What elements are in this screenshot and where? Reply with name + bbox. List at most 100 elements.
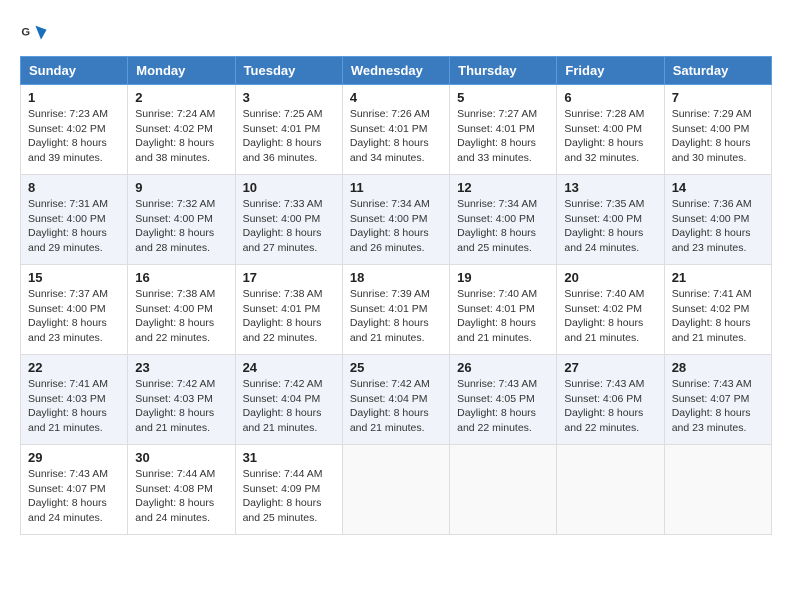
day-info: Sunrise: 7:40 AM Sunset: 4:02 PM Dayligh… <box>564 287 656 346</box>
day-info: Sunrise: 7:43 AM Sunset: 4:06 PM Dayligh… <box>564 377 656 436</box>
day-number: 16 <box>135 270 227 285</box>
day-number: 31 <box>243 450 335 465</box>
calendar-cell: 27 Sunrise: 7:43 AM Sunset: 4:06 PM Dayl… <box>557 355 664 445</box>
calendar-cell: 1 Sunrise: 7:23 AM Sunset: 4:02 PM Dayli… <box>21 85 128 175</box>
calendar-cell: 10 Sunrise: 7:33 AM Sunset: 4:00 PM Dayl… <box>235 175 342 265</box>
calendar-cell: 22 Sunrise: 7:41 AM Sunset: 4:03 PM Dayl… <box>21 355 128 445</box>
day-info: Sunrise: 7:37 AM Sunset: 4:00 PM Dayligh… <box>28 287 120 346</box>
calendar-cell <box>342 445 449 535</box>
calendar-cell: 5 Sunrise: 7:27 AM Sunset: 4:01 PM Dayli… <box>450 85 557 175</box>
calendar-cell: 21 Sunrise: 7:41 AM Sunset: 4:02 PM Dayl… <box>664 265 771 355</box>
day-info: Sunrise: 7:38 AM Sunset: 4:00 PM Dayligh… <box>135 287 227 346</box>
day-number: 2 <box>135 90 227 105</box>
day-number: 1 <box>28 90 120 105</box>
day-number: 12 <box>457 180 549 195</box>
calendar-cell: 8 Sunrise: 7:31 AM Sunset: 4:00 PM Dayli… <box>21 175 128 265</box>
calendar-cell: 30 Sunrise: 7:44 AM Sunset: 4:08 PM Dayl… <box>128 445 235 535</box>
calendar-cell: 31 Sunrise: 7:44 AM Sunset: 4:09 PM Dayl… <box>235 445 342 535</box>
calendar-cell: 4 Sunrise: 7:26 AM Sunset: 4:01 PM Dayli… <box>342 85 449 175</box>
calendar-cell: 26 Sunrise: 7:43 AM Sunset: 4:05 PM Dayl… <box>450 355 557 445</box>
header-cell-wednesday: Wednesday <box>342 57 449 85</box>
calendar-header-row: SundayMondayTuesdayWednesdayThursdayFrid… <box>21 57 772 85</box>
svg-text:G: G <box>21 26 30 38</box>
day-number: 30 <box>135 450 227 465</box>
calendar-week-row: 29 Sunrise: 7:43 AM Sunset: 4:07 PM Dayl… <box>21 445 772 535</box>
calendar-cell: 25 Sunrise: 7:42 AM Sunset: 4:04 PM Dayl… <box>342 355 449 445</box>
calendar-cell: 15 Sunrise: 7:37 AM Sunset: 4:00 PM Dayl… <box>21 265 128 355</box>
day-number: 20 <box>564 270 656 285</box>
day-number: 19 <box>457 270 549 285</box>
day-info: Sunrise: 7:33 AM Sunset: 4:00 PM Dayligh… <box>243 197 335 256</box>
day-info: Sunrise: 7:35 AM Sunset: 4:00 PM Dayligh… <box>564 197 656 256</box>
day-info: Sunrise: 7:42 AM Sunset: 4:04 PM Dayligh… <box>243 377 335 436</box>
day-info: Sunrise: 7:41 AM Sunset: 4:03 PM Dayligh… <box>28 377 120 436</box>
day-info: Sunrise: 7:44 AM Sunset: 4:08 PM Dayligh… <box>135 467 227 526</box>
day-number: 28 <box>672 360 764 375</box>
calendar-cell: 12 Sunrise: 7:34 AM Sunset: 4:00 PM Dayl… <box>450 175 557 265</box>
calendar-cell: 11 Sunrise: 7:34 AM Sunset: 4:00 PM Dayl… <box>342 175 449 265</box>
day-number: 4 <box>350 90 442 105</box>
day-number: 24 <box>243 360 335 375</box>
day-number: 27 <box>564 360 656 375</box>
day-number: 9 <box>135 180 227 195</box>
calendar-week-row: 15 Sunrise: 7:37 AM Sunset: 4:00 PM Dayl… <box>21 265 772 355</box>
day-number: 14 <box>672 180 764 195</box>
logo-icon: G <box>20 20 48 48</box>
day-info: Sunrise: 7:25 AM Sunset: 4:01 PM Dayligh… <box>243 107 335 166</box>
day-info: Sunrise: 7:42 AM Sunset: 4:04 PM Dayligh… <box>350 377 442 436</box>
day-info: Sunrise: 7:44 AM Sunset: 4:09 PM Dayligh… <box>243 467 335 526</box>
calendar-cell: 20 Sunrise: 7:40 AM Sunset: 4:02 PM Dayl… <box>557 265 664 355</box>
day-number: 11 <box>350 180 442 195</box>
calendar-week-row: 8 Sunrise: 7:31 AM Sunset: 4:00 PM Dayli… <box>21 175 772 265</box>
calendar-cell: 7 Sunrise: 7:29 AM Sunset: 4:00 PM Dayli… <box>664 85 771 175</box>
calendar-body: 1 Sunrise: 7:23 AM Sunset: 4:02 PM Dayli… <box>21 85 772 535</box>
calendar-week-row: 22 Sunrise: 7:41 AM Sunset: 4:03 PM Dayl… <box>21 355 772 445</box>
calendar-cell: 6 Sunrise: 7:28 AM Sunset: 4:00 PM Dayli… <box>557 85 664 175</box>
calendar-cell: 9 Sunrise: 7:32 AM Sunset: 4:00 PM Dayli… <box>128 175 235 265</box>
day-number: 22 <box>28 360 120 375</box>
calendar-cell: 24 Sunrise: 7:42 AM Sunset: 4:04 PM Dayl… <box>235 355 342 445</box>
day-number: 21 <box>672 270 764 285</box>
day-number: 3 <box>243 90 335 105</box>
day-number: 25 <box>350 360 442 375</box>
day-info: Sunrise: 7:42 AM Sunset: 4:03 PM Dayligh… <box>135 377 227 436</box>
day-info: Sunrise: 7:26 AM Sunset: 4:01 PM Dayligh… <box>350 107 442 166</box>
day-info: Sunrise: 7:24 AM Sunset: 4:02 PM Dayligh… <box>135 107 227 166</box>
day-info: Sunrise: 7:39 AM Sunset: 4:01 PM Dayligh… <box>350 287 442 346</box>
calendar-cell: 16 Sunrise: 7:38 AM Sunset: 4:00 PM Dayl… <box>128 265 235 355</box>
header-cell-tuesday: Tuesday <box>235 57 342 85</box>
day-info: Sunrise: 7:43 AM Sunset: 4:07 PM Dayligh… <box>672 377 764 436</box>
calendar-cell: 28 Sunrise: 7:43 AM Sunset: 4:07 PM Dayl… <box>664 355 771 445</box>
header-cell-sunday: Sunday <box>21 57 128 85</box>
day-number: 6 <box>564 90 656 105</box>
day-number: 5 <box>457 90 549 105</box>
header-cell-saturday: Saturday <box>664 57 771 85</box>
day-info: Sunrise: 7:32 AM Sunset: 4:00 PM Dayligh… <box>135 197 227 256</box>
day-info: Sunrise: 7:40 AM Sunset: 4:01 PM Dayligh… <box>457 287 549 346</box>
logo: G <box>20 20 52 48</box>
day-number: 29 <box>28 450 120 465</box>
calendar-table: SundayMondayTuesdayWednesdayThursdayFrid… <box>20 56 772 535</box>
calendar-cell: 14 Sunrise: 7:36 AM Sunset: 4:00 PM Dayl… <box>664 175 771 265</box>
day-info: Sunrise: 7:29 AM Sunset: 4:00 PM Dayligh… <box>672 107 764 166</box>
calendar-cell <box>450 445 557 535</box>
calendar-cell: 13 Sunrise: 7:35 AM Sunset: 4:00 PM Dayl… <box>557 175 664 265</box>
day-number: 7 <box>672 90 764 105</box>
calendar-cell: 29 Sunrise: 7:43 AM Sunset: 4:07 PM Dayl… <box>21 445 128 535</box>
page-header: G <box>20 20 772 48</box>
calendar-cell <box>557 445 664 535</box>
header-cell-thursday: Thursday <box>450 57 557 85</box>
calendar-cell: 2 Sunrise: 7:24 AM Sunset: 4:02 PM Dayli… <box>128 85 235 175</box>
day-info: Sunrise: 7:38 AM Sunset: 4:01 PM Dayligh… <box>243 287 335 346</box>
day-info: Sunrise: 7:36 AM Sunset: 4:00 PM Dayligh… <box>672 197 764 256</box>
calendar-cell: 23 Sunrise: 7:42 AM Sunset: 4:03 PM Dayl… <box>128 355 235 445</box>
day-number: 13 <box>564 180 656 195</box>
calendar-cell: 17 Sunrise: 7:38 AM Sunset: 4:01 PM Dayl… <box>235 265 342 355</box>
day-number: 26 <box>457 360 549 375</box>
calendar-week-row: 1 Sunrise: 7:23 AM Sunset: 4:02 PM Dayli… <box>21 85 772 175</box>
day-number: 18 <box>350 270 442 285</box>
day-number: 8 <box>28 180 120 195</box>
header-cell-friday: Friday <box>557 57 664 85</box>
header-cell-monday: Monday <box>128 57 235 85</box>
day-info: Sunrise: 7:41 AM Sunset: 4:02 PM Dayligh… <box>672 287 764 346</box>
